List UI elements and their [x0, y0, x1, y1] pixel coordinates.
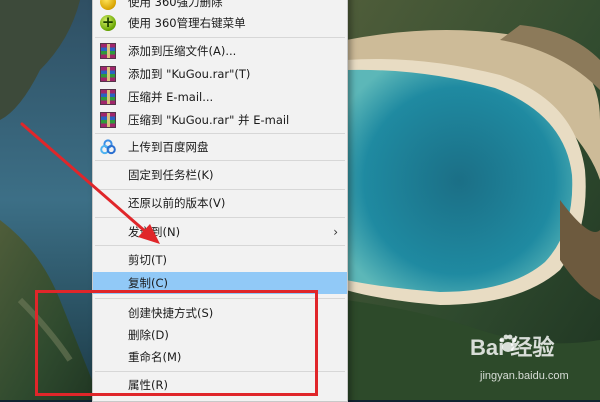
menu-item-create-shortcut[interactable]: 创建快捷方式(S) [93, 302, 347, 324]
baidu-netdisk-icon [100, 139, 116, 155]
menu-item-label: 压缩并 E-mail... [128, 90, 214, 104]
menu-item-label: 添加到压缩文件(A)... [128, 44, 237, 58]
winrar-icon [100, 112, 116, 128]
menu-separator [95, 371, 345, 372]
menu-item-send-to[interactable]: 发送到(N) › [93, 221, 347, 243]
menu-item-label: 上传到百度网盘 [128, 140, 209, 154]
submenu-arrow-icon: › [333, 225, 338, 239]
menu-item-add-to-archive[interactable]: 添加到压缩文件(A)... [93, 40, 347, 62]
menu-separator [95, 37, 345, 38]
winrar-icon [100, 66, 116, 82]
menu-item-properties[interactable]: 属性(R) [93, 374, 347, 396]
context-menu: 使用 360强力删除 使用 360管理右键菜单 添加到压缩文件(A)... 添加… [92, 0, 348, 402]
menu-item-label: 删除(D) [128, 328, 169, 342]
menu-item-rename[interactable]: 重命名(M) [93, 346, 347, 368]
menu-item-compress-and-email[interactable]: 压缩并 E-mail... [93, 86, 347, 108]
menu-item-add-to-kugou-rar[interactable]: 添加到 "KuGou.rar"(T) [93, 63, 347, 85]
menu-item-restore-previous-versions[interactable]: 还原以前的版本(V) [93, 192, 347, 214]
menu-item-label: 压缩到 "KuGou.rar" 并 E-mail [128, 113, 290, 127]
menu-item-label: 复制(C) [128, 276, 169, 290]
winrar-icon [100, 89, 116, 105]
menu-item-label: 重命名(M) [128, 350, 182, 364]
menu-separator [95, 133, 345, 134]
menu-item-label: 剪切(T) [128, 253, 167, 267]
menu-separator [95, 245, 345, 246]
menu-item-label: 添加到 "KuGou.rar"(T) [128, 67, 251, 81]
menu-separator [95, 160, 345, 161]
winrar-icon [100, 43, 116, 59]
menu-item-pin-to-taskbar[interactable]: 固定到任务栏(K) [93, 164, 347, 186]
menu-separator [95, 217, 345, 218]
menu-item-compress-to-kugou-rar-and-email[interactable]: 压缩到 "KuGou.rar" 并 E-mail [93, 109, 347, 131]
menu-item-label: 固定到任务栏(K) [128, 168, 214, 182]
360-plus-icon [100, 11, 116, 33]
menu-item-label: 还原以前的版本(V) [128, 196, 226, 210]
menu-item-label: 发送到(N) [128, 225, 181, 239]
360-shield-icon [100, 0, 116, 10]
menu-item-upload-to-baidu-netdisk[interactable]: 上传到百度网盘 [93, 136, 347, 158]
menu-item-copy[interactable]: 复制(C) [93, 272, 347, 294]
menu-item-label: 创建快捷方式(S) [128, 306, 214, 320]
menu-item-cut[interactable]: 剪切(T) [93, 249, 347, 271]
menu-separator [95, 298, 345, 299]
menu-item-delete[interactable]: 删除(D) [93, 324, 347, 346]
menu-item-label: 属性(R) [128, 378, 168, 392]
menu-separator [95, 189, 345, 190]
menu-item-label: 使用 360管理右键菜单 [128, 16, 246, 30]
menu-item-360-manage-context-menu[interactable]: 使用 360管理右键菜单 [93, 11, 347, 34]
